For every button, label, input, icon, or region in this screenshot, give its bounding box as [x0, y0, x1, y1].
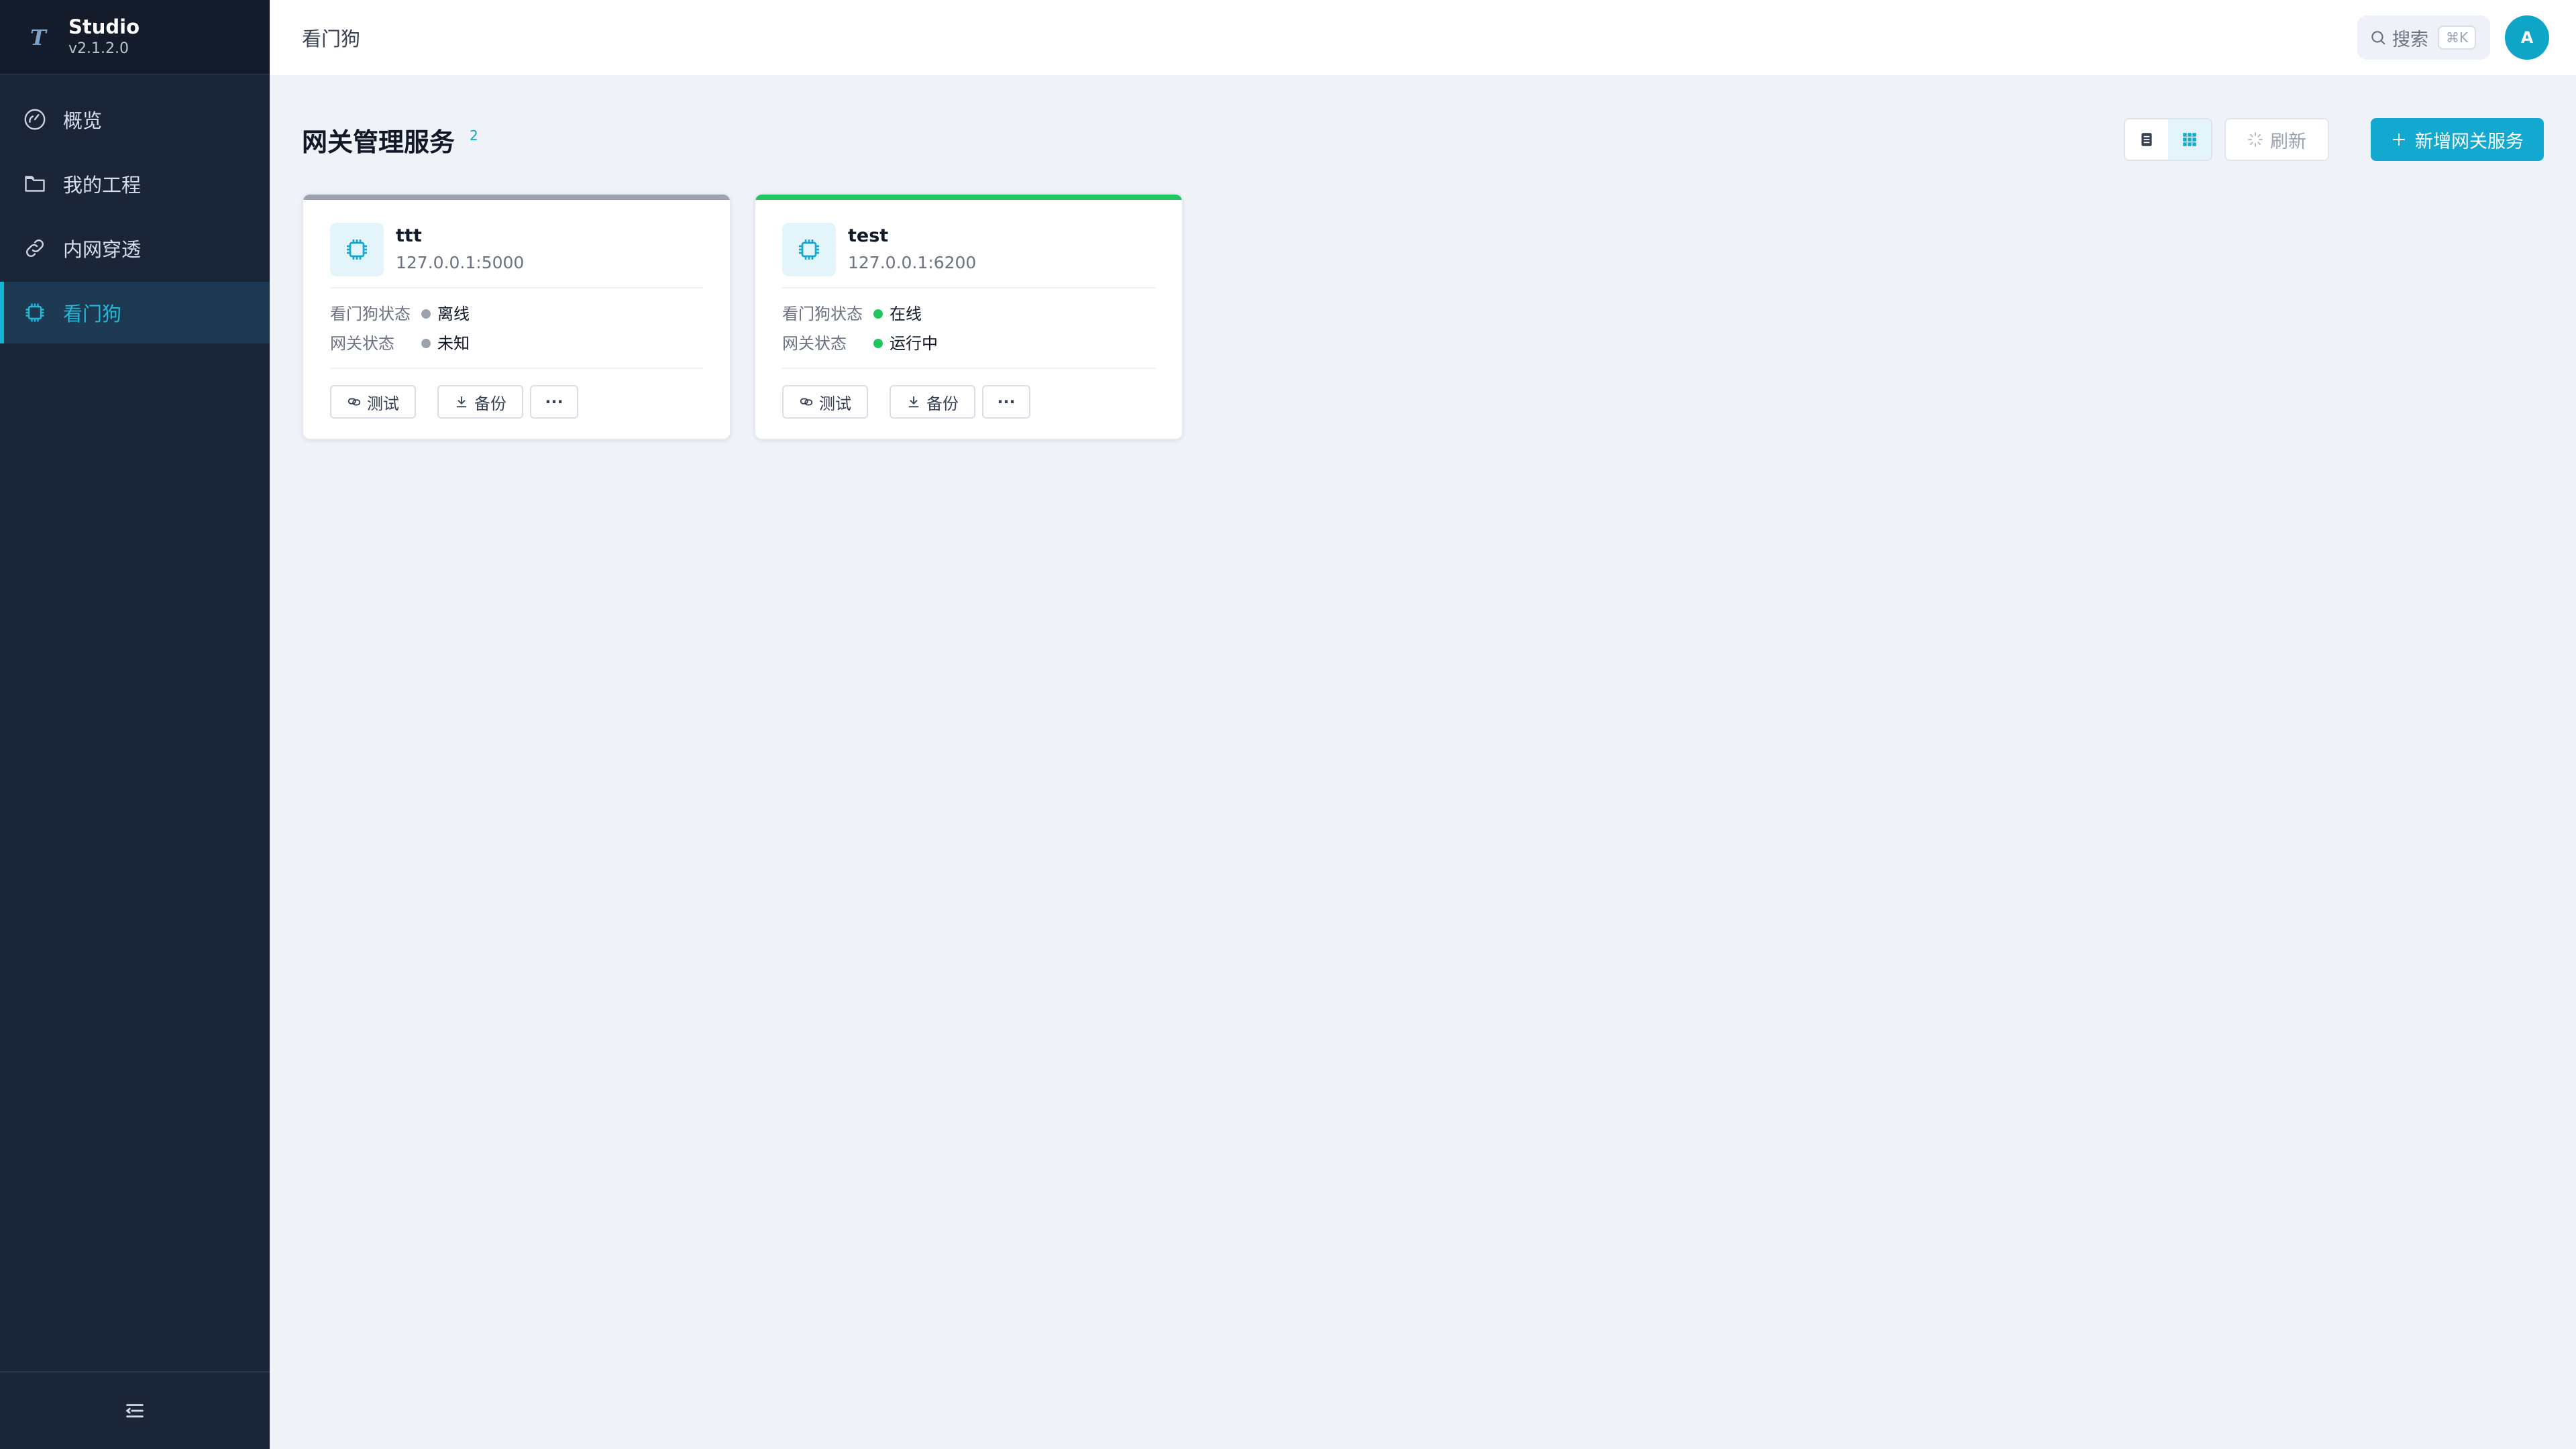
gateway-status-label: 网关状态	[330, 334, 394, 353]
chip-icon	[782, 223, 836, 276]
app-version: v2.1.2.0	[68, 40, 129, 57]
search-label: 搜索	[2392, 29, 2428, 50]
add-gateway-button[interactable]: 新增网关服务	[2371, 118, 2544, 161]
watchdog-status-value: 在线	[890, 305, 922, 323]
plus-icon	[2391, 131, 2407, 148]
status-dot	[421, 339, 431, 348]
app-name: Studio	[68, 15, 140, 38]
sidebar-nav: 概览 我的工程 内网穿透 看门狗	[0, 75, 270, 1371]
avatar[interactable]: A	[2505, 15, 2549, 60]
app-logo-icon: T	[27, 23, 51, 50]
list-view-icon	[2138, 131, 2155, 148]
gateway-name: test	[848, 225, 889, 246]
chip-icon	[21, 299, 48, 326]
breadcrumb: 看门狗	[302, 28, 361, 50]
gateway-status-value: 运行中	[890, 334, 938, 353]
search-button[interactable]: 搜索 ⌘K	[2357, 15, 2490, 60]
add-gateway-label: 新增网关服务	[2415, 131, 2524, 152]
loading-spinner-icon	[2247, 131, 2263, 148]
chip-icon	[330, 223, 384, 276]
page-title: 网关管理服务	[302, 127, 455, 157]
status-dot	[873, 309, 883, 319]
test-button[interactable]: 测试	[782, 385, 868, 419]
sidebar-item-label: 概览	[63, 109, 103, 132]
watchdog-status-label: 看门狗状态	[330, 305, 411, 323]
search-icon	[2369, 29, 2387, 46]
folder-icon	[21, 170, 48, 197]
sidebar-item-projects[interactable]: 我的工程	[0, 153, 270, 215]
card-status-bar	[303, 195, 730, 200]
gateway-card[interactable]: ttt 127.0.0.1:5000 看门狗状态 离线 网关状态 未知 测试 备…	[302, 193, 731, 440]
sidebar: T Studio v2.1.2.0 概览 我的工程 内网穿透 看门狗	[0, 0, 270, 1449]
refresh-button[interactable]: 刷新	[2224, 118, 2329, 161]
card-status-bar	[755, 195, 1182, 200]
item-count-badge: 2	[470, 127, 478, 144]
status-dot	[873, 339, 883, 348]
gateway-card-list: ttt 127.0.0.1:5000 看门狗状态 离线 网关状态 未知 测试 备…	[302, 193, 1183, 440]
refresh-label: 刷新	[2270, 131, 2306, 152]
gateway-name: ttt	[396, 225, 422, 246]
download-icon	[906, 394, 921, 409]
grid-view-icon	[2181, 131, 2198, 148]
search-shortcut: ⌘K	[2438, 25, 2477, 50]
sidebar-item-tunnel[interactable]: 内网穿透	[0, 217, 270, 279]
status-dot	[421, 309, 431, 319]
more-icon: ···	[545, 392, 564, 411]
backup-label: 备份	[926, 394, 959, 413]
gauge-icon	[21, 106, 48, 133]
link-icon	[799, 394, 814, 409]
backup-button[interactable]: 备份	[437, 385, 523, 419]
test-button[interactable]: 测试	[330, 385, 416, 419]
more-icon: ···	[997, 392, 1016, 411]
gateway-status-label: 网关状态	[782, 334, 847, 353]
brand-header: T Studio v2.1.2.0	[0, 0, 270, 75]
backup-button[interactable]: 备份	[890, 385, 975, 419]
sidebar-item-label: 内网穿透	[63, 238, 142, 261]
gateway-address: 127.0.0.1:5000	[396, 253, 525, 272]
link-icon	[21, 235, 48, 262]
page-header: 网关管理服务 2 刷新 新增网关服务	[302, 113, 2544, 166]
test-label: 测试	[819, 394, 851, 413]
list-view-button[interactable]	[2125, 119, 2168, 160]
backup-label: 备份	[474, 394, 506, 413]
sidebar-item-watchdog[interactable]: 看门狗	[0, 282, 270, 343]
main-content: 网关管理服务 2 刷新 新增网关服务 ttt 127.0.0.1:5000 看门…	[270, 75, 2576, 1449]
gateway-status-value: 未知	[437, 334, 470, 353]
download-icon	[454, 394, 469, 409]
sidebar-item-label: 我的工程	[63, 174, 142, 197]
view-toggle	[2124, 118, 2212, 161]
sidebar-item-label: 看门狗	[63, 303, 122, 325]
watchdog-status-value: 离线	[437, 305, 470, 323]
more-button[interactable]: ···	[982, 385, 1030, 419]
link-icon	[347, 394, 362, 409]
topbar: 看门狗 搜索 ⌘K A	[270, 0, 2576, 75]
collapse-menu-icon[interactable]	[123, 1399, 146, 1422]
sidebar-footer	[0, 1371, 270, 1449]
svg-text:T: T	[30, 25, 48, 48]
gateway-card[interactable]: test 127.0.0.1:6200 看门狗状态 在线 网关状态 运行中 测试…	[754, 193, 1183, 440]
more-button[interactable]: ···	[530, 385, 578, 419]
watchdog-status-label: 看门狗状态	[782, 305, 863, 323]
gateway-address: 127.0.0.1:6200	[848, 253, 977, 272]
test-label: 测试	[367, 394, 399, 413]
grid-view-button[interactable]	[2168, 119, 2211, 160]
sidebar-item-overview[interactable]: 概览	[0, 89, 270, 150]
